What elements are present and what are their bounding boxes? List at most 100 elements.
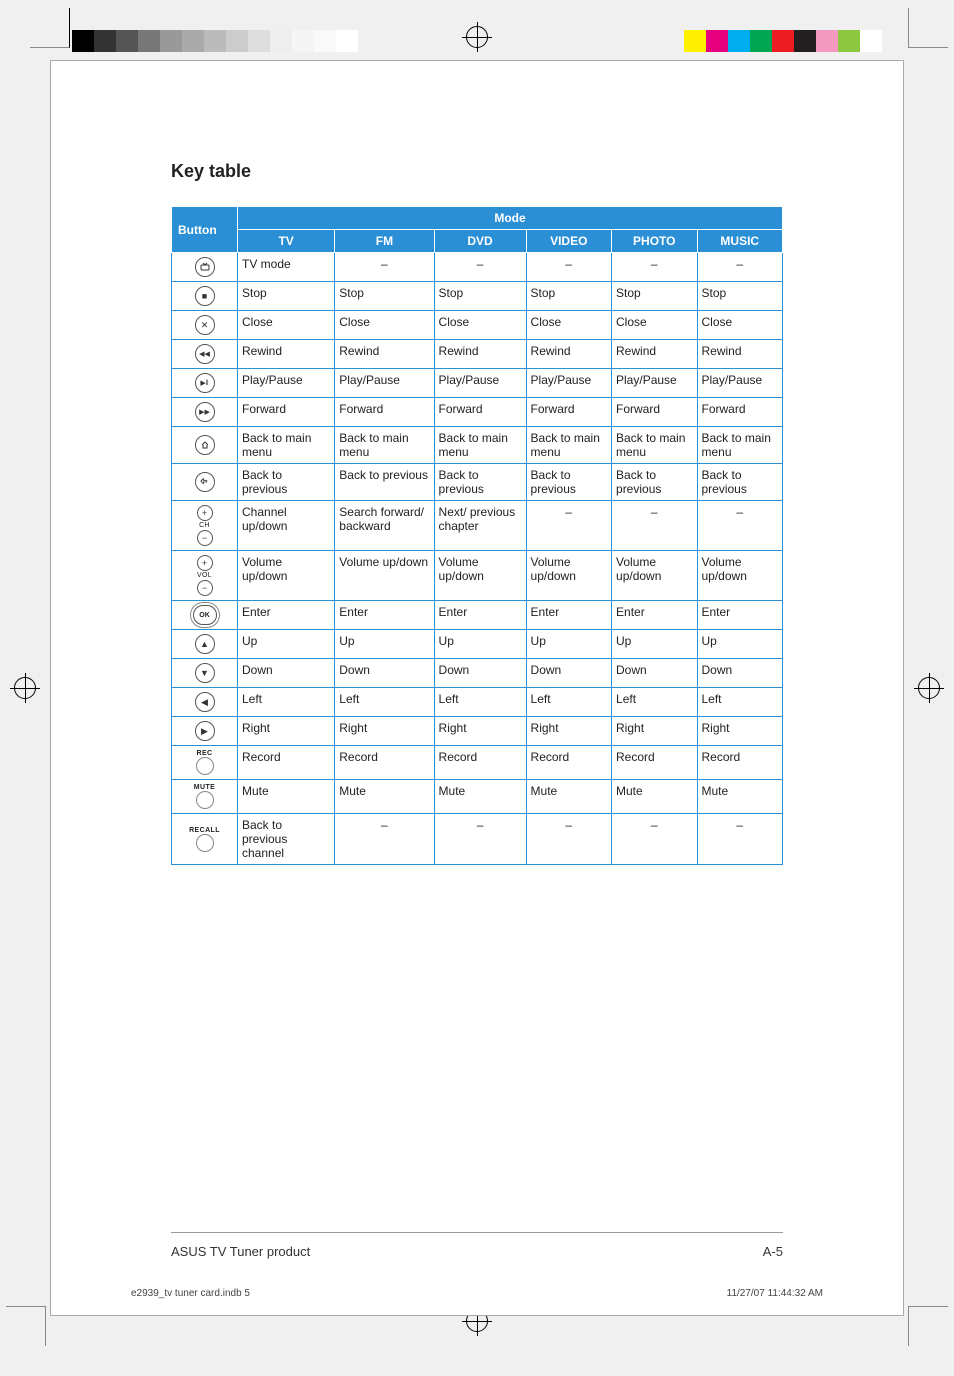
cell: Channel up/down (238, 501, 335, 551)
icon-cell: ◀ (172, 688, 238, 717)
table-row: ✕CloseCloseCloseCloseCloseClose (172, 311, 783, 340)
cell: Play/Pause (612, 369, 697, 398)
cell: Left (238, 688, 335, 717)
cell: Left (612, 688, 697, 717)
cell: Stop (697, 282, 783, 311)
cell: Right (434, 717, 526, 746)
icon-cell: ◀◀ (172, 340, 238, 369)
cell: – (697, 253, 783, 282)
table-row: ◀◀RewindRewindRewindRewindRewindRewind (172, 340, 783, 369)
icon-cell: ▶ (172, 717, 238, 746)
cell: Forward (434, 398, 526, 427)
header-col-dvd: DVD (434, 230, 526, 253)
cell: – (697, 814, 783, 865)
cell: Left (434, 688, 526, 717)
cell: Enter (697, 601, 783, 630)
cell: – (526, 501, 611, 551)
cell: Right (612, 717, 697, 746)
cell: Down (697, 659, 783, 688)
cell: Close (238, 311, 335, 340)
cell: Back to main menu (526, 427, 611, 464)
cell: Back to main menu (612, 427, 697, 464)
cell: Enter (526, 601, 611, 630)
cell: Left (335, 688, 434, 717)
cell: Close (335, 311, 434, 340)
table-row: Back to previousBack to previousBack to … (172, 464, 783, 501)
cell: Rewind (238, 340, 335, 369)
cell: Next/ previous chapter (434, 501, 526, 551)
cell: Record (612, 746, 697, 780)
recall-icon: RECALL (174, 827, 235, 852)
cell: Rewind (335, 340, 434, 369)
cell: Down (238, 659, 335, 688)
cell: Back to main menu (434, 427, 526, 464)
cell: Mute (697, 780, 783, 814)
icon-cell: ▶ǁ (172, 369, 238, 398)
cell: Mute (335, 780, 434, 814)
table-row: ▶RightRightRightRightRightRight (172, 717, 783, 746)
cell: Record (335, 746, 434, 780)
cell: Stop (335, 282, 434, 311)
close-icon: ✕ (195, 315, 215, 335)
imprint-stamp: 11/27/07 11:44:32 AM (727, 1288, 823, 1299)
back-icon (195, 472, 215, 492)
icon-cell (172, 253, 238, 282)
cell: Down (526, 659, 611, 688)
cell: Record (526, 746, 611, 780)
header-col-tv: TV (238, 230, 335, 253)
cell: Record (697, 746, 783, 780)
ok-icon: OK (193, 605, 217, 625)
cell: – (434, 814, 526, 865)
cell: Stop (612, 282, 697, 311)
cell: Rewind (697, 340, 783, 369)
cell: Right (526, 717, 611, 746)
cell: Play/Pause (697, 369, 783, 398)
header-col-photo: PHOTO (612, 230, 697, 253)
icon-cell: MUTE (172, 780, 238, 814)
record-icon: REC (174, 750, 235, 775)
stop-icon: ■ (195, 286, 215, 306)
cell: Back to previous (434, 464, 526, 501)
cell: Forward (238, 398, 335, 427)
icon-cell: REC (172, 746, 238, 780)
cell: Stop (526, 282, 611, 311)
icon-cell: ✕ (172, 311, 238, 340)
colorbar-left (72, 30, 358, 50)
main-menu-icon (195, 435, 215, 455)
cell: Up (612, 630, 697, 659)
cell: Close (434, 311, 526, 340)
cell: Forward (612, 398, 697, 427)
cell: – (612, 814, 697, 865)
cell: – (612, 501, 697, 551)
cell: Down (434, 659, 526, 688)
footer-page: A-5 (763, 1244, 783, 1259)
cell: Volume up/down (612, 551, 697, 601)
ch-up-down-icon: +CH− (174, 505, 235, 546)
header-col-music: MUSIC (697, 230, 783, 253)
cell: Down (612, 659, 697, 688)
cell: Stop (434, 282, 526, 311)
footer-divider (171, 1232, 783, 1233)
icon-cell (172, 427, 238, 464)
cell: Up (238, 630, 335, 659)
table-row: MUTEMuteMuteMuteMuteMuteMute (172, 780, 783, 814)
cell: Left (697, 688, 783, 717)
cell: – (612, 253, 697, 282)
cell: Record (238, 746, 335, 780)
key-table: Button Mode TVFMDVDVIDEOPHOTOMUSIC TV mo… (171, 206, 783, 865)
left-icon: ◀ (195, 692, 215, 712)
footer-product: ASUS TV Tuner product (171, 1244, 310, 1259)
cell: – (434, 253, 526, 282)
cell: Enter (612, 601, 697, 630)
cell: Volume up/down (238, 551, 335, 601)
cell: Back to previous (526, 464, 611, 501)
cell: – (335, 253, 434, 282)
cell: Mute (238, 780, 335, 814)
table-row: ▶▶ForwardForwardForwardForwardForwardFor… (172, 398, 783, 427)
cell: Stop (238, 282, 335, 311)
header-col-video: VIDEO (526, 230, 611, 253)
cell: Right (238, 717, 335, 746)
icon-cell (172, 464, 238, 501)
header-mode: Mode (238, 207, 783, 230)
cell: Back to previous channel (238, 814, 335, 865)
